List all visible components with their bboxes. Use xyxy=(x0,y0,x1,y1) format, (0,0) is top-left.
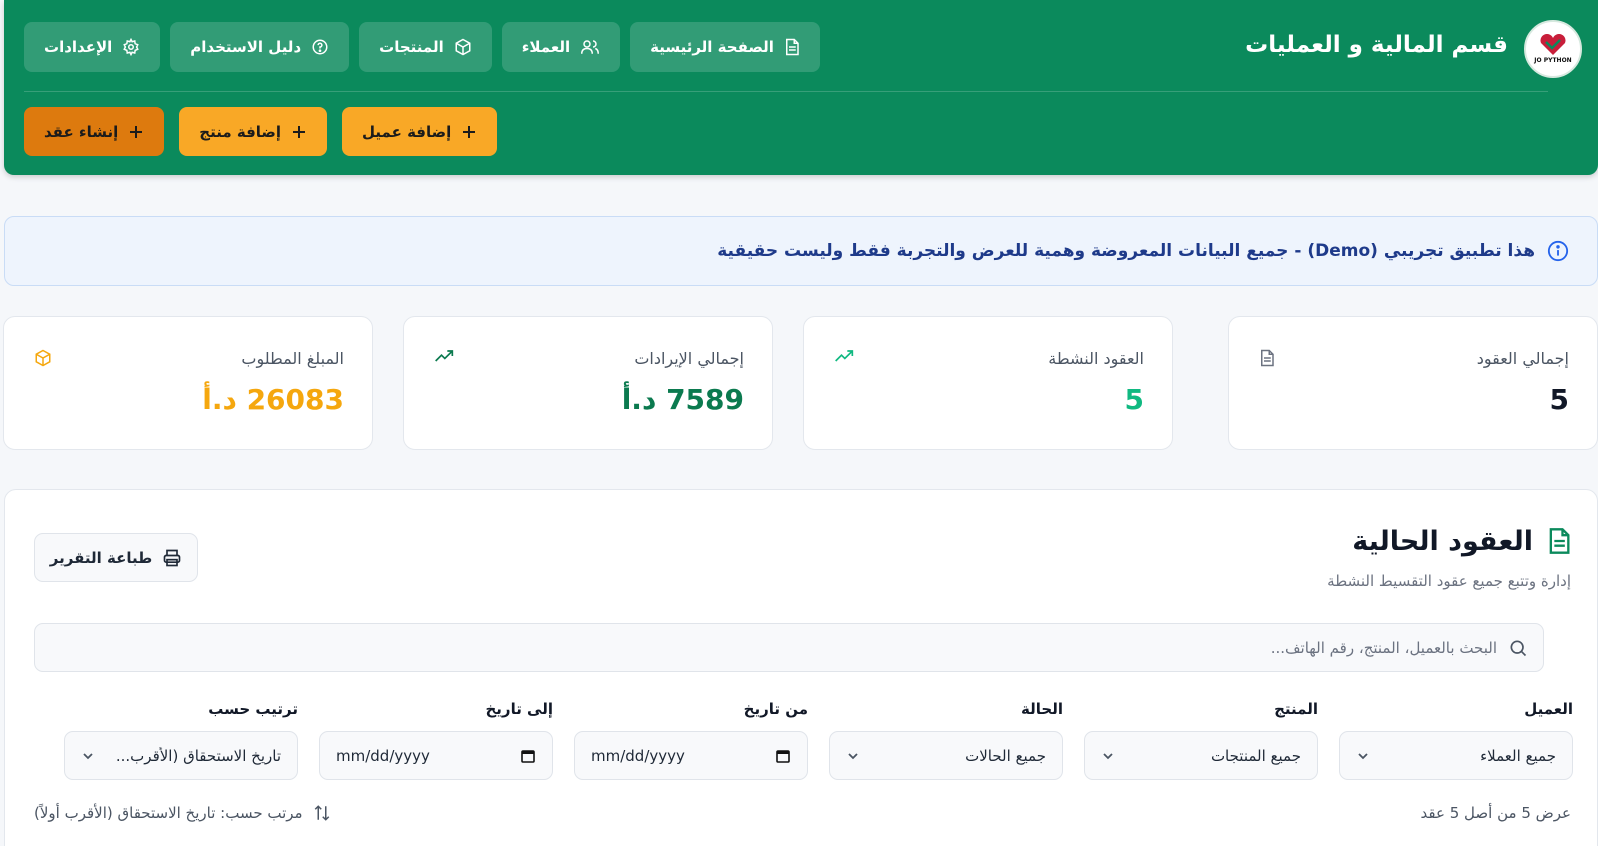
stat-amount-due: المبلغ المطلوب 26083 د.أ xyxy=(3,316,373,450)
product-select[interactable]: جميع المنتجات xyxy=(1084,731,1318,780)
nav-label: الصفحة الرئيسية xyxy=(650,38,774,56)
chevron-down-icon xyxy=(1358,752,1368,759)
trending-up-icon xyxy=(435,350,454,362)
search-input[interactable] xyxy=(97,624,1497,671)
stat-label: المبلغ المطلوب xyxy=(241,349,344,368)
filter-label-customer: العميل xyxy=(1524,700,1573,718)
contracts-subtitle: إدارة وتتبع جميع عقود التقسيط النشطة xyxy=(1327,572,1571,590)
contracts-panel: العقود الحالية إدارة وتتبع جميع عقود الت… xyxy=(4,489,1598,846)
box-icon xyxy=(35,349,51,367)
sort-text: مرتب حسب: تاريخ الاستحقاق (الأقرب أولاً) xyxy=(34,804,303,822)
trending-up-icon xyxy=(835,350,854,362)
calendar-icon xyxy=(521,749,535,763)
plus-icon xyxy=(293,125,306,138)
stat-total-revenue: إجمالي الإيرادات 7589 د.أ xyxy=(403,316,773,450)
app-title: قسم المالية و العمليات xyxy=(1245,32,1508,58)
stat-value: 5 xyxy=(1549,383,1569,416)
plus-icon xyxy=(463,125,476,138)
nav-label: الإعدادات xyxy=(44,38,113,56)
create-contract-button[interactable]: إنشاء عقد xyxy=(24,107,165,156)
sort-arrows-icon xyxy=(314,805,329,821)
select-value: تاريخ الاستحقاق (الأقرب... xyxy=(115,746,281,765)
main-nav: الإعدادات دليل الاستخدام المنتجات العملا… xyxy=(24,22,820,72)
heart-logo-icon xyxy=(1540,34,1566,55)
filter-label-to-date: إلى تاريخ xyxy=(485,700,553,718)
action-label: إضافة منتج xyxy=(199,122,282,141)
date-value: mm/dd/yyyy xyxy=(591,746,685,765)
filter-label-product: المنتج xyxy=(1274,700,1318,718)
print-report-button[interactable]: طباعة التقرير xyxy=(34,533,198,582)
contracts-title: العقود الحالية xyxy=(1352,526,1533,557)
filter-label-from-date: من تاريخ xyxy=(743,700,808,718)
printer-icon xyxy=(163,549,181,566)
header-divider xyxy=(24,91,1548,92)
print-label: طباعة التقرير xyxy=(49,548,153,567)
users-icon xyxy=(581,40,600,54)
filter-label-status: الحالة xyxy=(1021,700,1063,718)
from-date-input[interactable]: mm/dd/yyyy xyxy=(574,731,808,780)
sort-indicator: مرتب حسب: تاريخ الاستحقاق (الأقرب أولاً) xyxy=(34,804,331,822)
nav-products-button[interactable]: المنتجات xyxy=(359,22,492,72)
info-icon xyxy=(1547,240,1569,262)
demo-notice: هذا تطبيق تجريبي (Demo) - جميع البيانات … xyxy=(4,216,1598,286)
document-icon xyxy=(1549,528,1570,554)
stat-total-contracts: إجمالي العقود 5 xyxy=(1228,316,1598,450)
document-icon xyxy=(785,38,799,56)
chevron-down-icon xyxy=(83,752,93,759)
action-label: إضافة عميل xyxy=(362,122,452,141)
stat-label: إجمالي العقود xyxy=(1476,349,1569,368)
nav-customers-button[interactable]: العملاء xyxy=(501,22,621,72)
add-product-button[interactable]: إضافة منتج xyxy=(179,107,328,156)
app-logo[interactable]: JO PYTHON xyxy=(1524,20,1582,78)
contracts-search xyxy=(34,623,1544,672)
quick-actions: إنشاء عقد إضافة منتج إضافة عميل xyxy=(24,107,498,156)
select-value: جميع المنتجات xyxy=(1210,746,1301,765)
calendar-icon xyxy=(776,749,790,763)
document-icon xyxy=(1261,349,1274,367)
nav-label: العملاء xyxy=(521,38,571,56)
customer-select[interactable]: جميع العملاء xyxy=(1339,731,1573,780)
box-icon xyxy=(455,38,471,56)
app-header: JO PYTHON قسم المالية و العمليات الإعداد… xyxy=(4,0,1598,175)
sort-by-select[interactable]: تاريخ الاستحقاق (الأقرب... xyxy=(64,731,298,780)
date-value: mm/dd/yyyy xyxy=(336,746,430,765)
nav-label: المنتجات xyxy=(379,38,444,56)
select-value: جميع الحالات xyxy=(965,746,1046,765)
status-select[interactable]: جميع الحالات xyxy=(829,731,1063,780)
add-customer-button[interactable]: إضافة عميل xyxy=(342,107,498,156)
stat-value: 7589 د.أ xyxy=(621,383,744,416)
logo-text: JO PYTHON xyxy=(1534,57,1572,64)
select-value: جميع العملاء xyxy=(1480,746,1556,765)
search-icon xyxy=(1510,640,1527,657)
stat-label: إجمالي الإيرادات xyxy=(634,349,744,368)
plus-icon xyxy=(130,125,143,138)
chevron-down-icon xyxy=(1103,752,1113,759)
nav-settings-button[interactable]: الإعدادات xyxy=(24,22,161,72)
stat-value: 5 xyxy=(1124,383,1144,416)
nav-help-button[interactable]: دليل الاستخدام xyxy=(170,22,350,72)
action-label: إنشاء عقد xyxy=(44,122,119,141)
to-date-input[interactable]: mm/dd/yyyy xyxy=(319,731,553,780)
gear-icon xyxy=(123,38,140,56)
stat-label: العقود النشطة xyxy=(1048,349,1144,368)
help-circle-icon xyxy=(312,39,328,55)
nav-label: دليل الاستخدام xyxy=(190,38,302,56)
demo-notice-text: هذا تطبيق تجريبي (Demo) - جميع البيانات … xyxy=(717,241,1535,261)
filter-label-sort-by: ترتيب حسب xyxy=(208,700,298,718)
stat-active-contracts: العقود النشطة 5 xyxy=(803,316,1173,450)
results-count: عرض 5 من أصل 5 عقد xyxy=(1420,804,1571,822)
nav-home-button[interactable]: الصفحة الرئيسية xyxy=(630,22,820,72)
chevron-down-icon xyxy=(848,752,858,759)
stat-value: 26083 د.أ xyxy=(202,383,344,416)
